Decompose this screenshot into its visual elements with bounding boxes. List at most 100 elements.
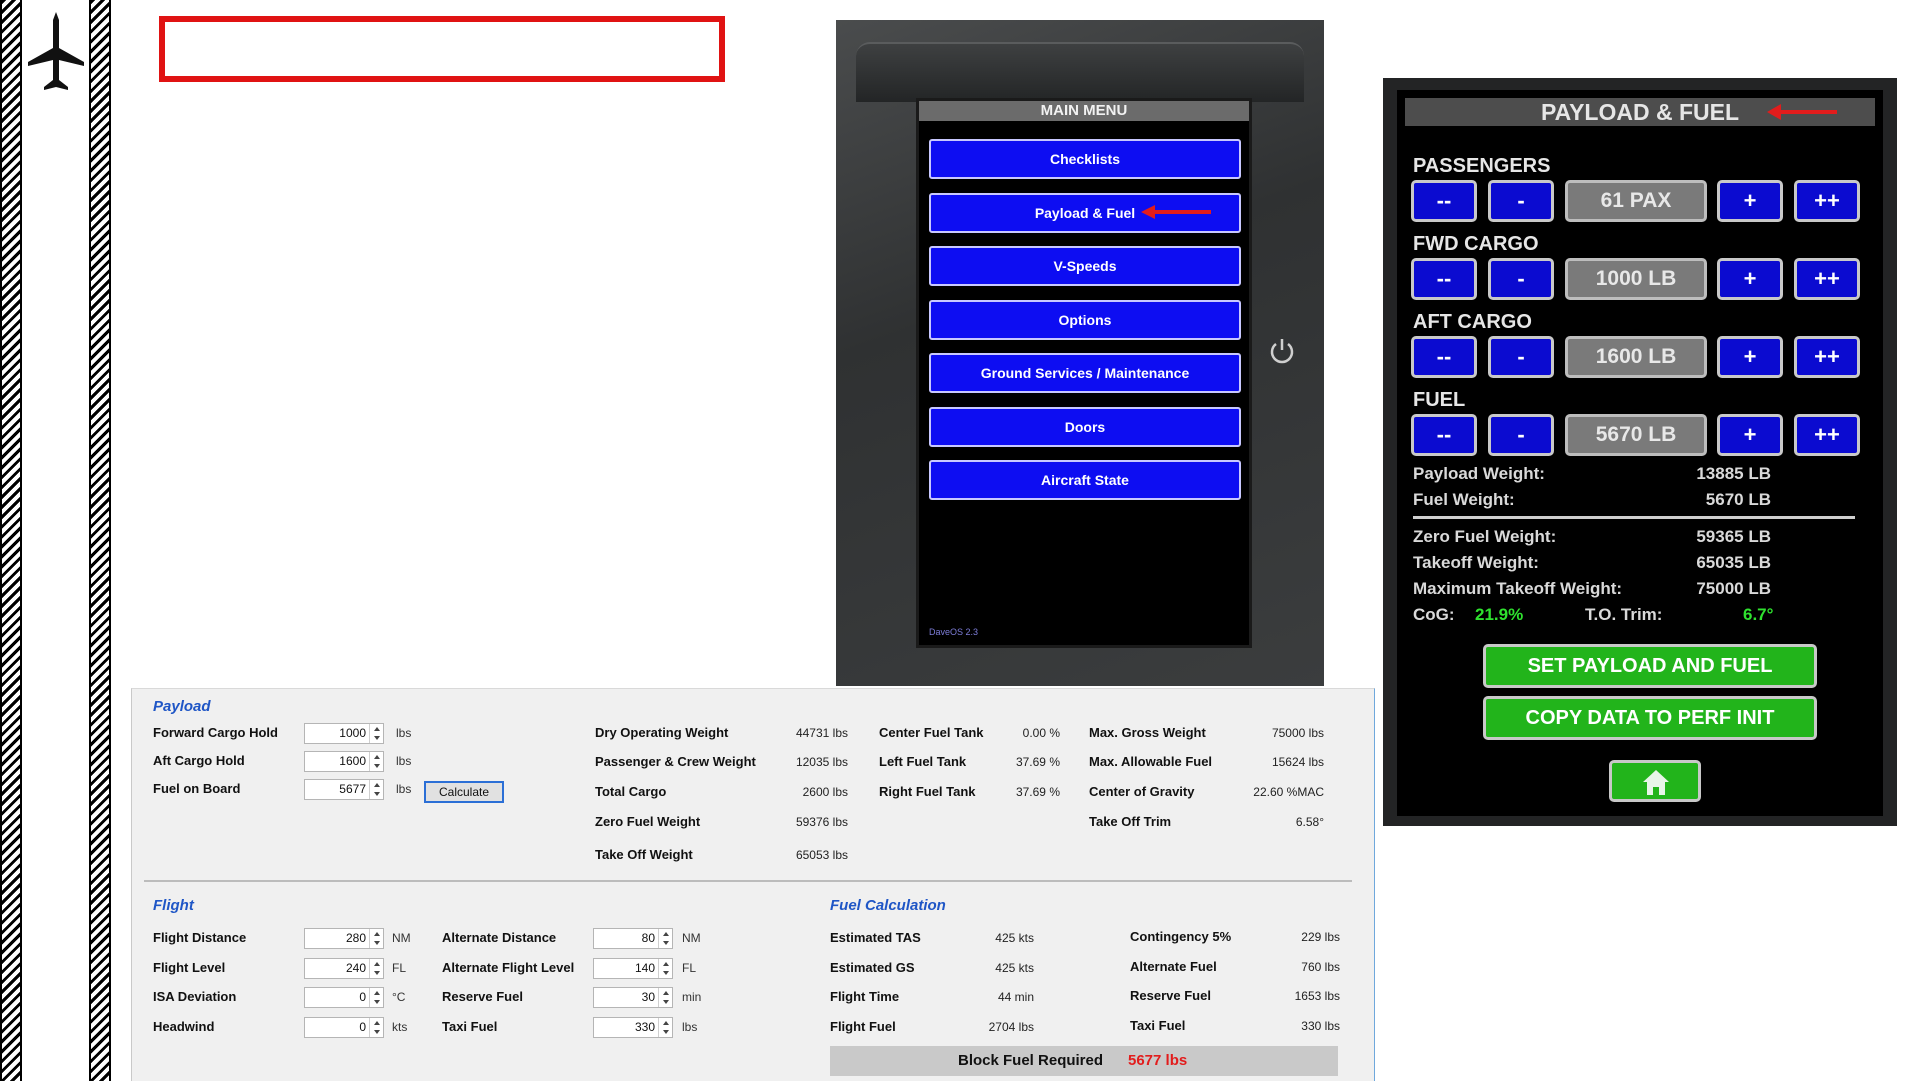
set-payload-fuel-button[interactable]: SET PAYLOAD AND FUEL — [1483, 644, 1817, 688]
fwd-cargo-dec-big-button[interactable]: -- — [1411, 258, 1477, 300]
cog-value: 21.9% — [1475, 605, 1524, 624]
alternate-flight-level-input[interactable]: 140 — [593, 958, 673, 979]
taxi-fuel-value: 330 lbs — [1301, 1019, 1340, 1033]
aft-cargo-dec-button[interactable]: - — [1488, 336, 1554, 378]
aft-cargo-hold-value: 1600 — [339, 754, 366, 768]
max-allowable-fuel-label: Max. Allowable Fuel — [1089, 754, 1213, 769]
total-cargo-label: Total Cargo — [595, 784, 667, 799]
calculate-button[interactable]: Calculate — [424, 781, 504, 803]
alternate-flight-level-value: 140 — [634, 961, 655, 975]
spinner-arrows[interactable] — [369, 752, 383, 771]
home-button[interactable] — [1609, 760, 1701, 802]
alternate-distance-value: 80 — [641, 931, 655, 945]
flight-distance-unit: NM — [392, 931, 411, 945]
fuel-inc-big-button[interactable]: ++ — [1794, 414, 1860, 456]
max-allowable-fuel-value: 15624 lbs — [1271, 755, 1324, 769]
trim-label: T.O. Trim: — [1585, 605, 1663, 624]
spinner-arrows[interactable] — [369, 959, 383, 978]
fuel-on-board-value: 5677 — [339, 782, 366, 796]
isa-deviation-value: 0 — [359, 990, 366, 1004]
aft-cargo-value: 1600 LB — [1565, 336, 1707, 378]
zfw-label: Zero Fuel Weight: — [1413, 527, 1557, 546]
tablet-bezel-top — [856, 42, 1304, 102]
alternate-flight-level-label: Alternate Flight Level — [442, 960, 575, 975]
spinner-arrows[interactable] — [658, 959, 672, 978]
zero-fuel-weight-label: Zero Fuel Weight — [595, 814, 701, 829]
zero-fuel-weight-value: 59376 lbs — [795, 815, 848, 829]
menu-item-aircraft-state[interactable]: Aircraft State — [929, 460, 1241, 500]
menu-item-ground-services[interactable]: Ground Services / Maintenance — [929, 353, 1241, 393]
right-fuel-tank-label: Right Fuel Tank — [879, 784, 976, 799]
fwd-cargo-inc-big-button[interactable]: ++ — [1794, 258, 1860, 300]
spinner-arrows[interactable] — [369, 988, 383, 1007]
menu-item-doors[interactable]: Doors — [929, 407, 1241, 447]
taxi-fuel-input-value: 330 — [634, 1020, 655, 1034]
aft-cargo-dec-big-button[interactable]: -- — [1411, 336, 1477, 378]
flight-level-input[interactable]: 240 — [304, 958, 384, 979]
home-icon — [1643, 770, 1669, 795]
cog-label: CoG: — [1413, 605, 1455, 624]
fuel-on-board-input[interactable]: 5677 — [304, 779, 384, 800]
fuel-dec-big-button[interactable]: -- — [1411, 414, 1477, 456]
payload-fuel-title: PAYLOAD & FUEL — [1405, 98, 1875, 126]
spinner-arrows[interactable] — [369, 780, 383, 799]
menu-item-options[interactable]: Options — [929, 300, 1241, 340]
tablet-device: MAIN MENU Checklists Payload & Fuel V-Sp… — [836, 20, 1324, 686]
flight-distance-label: Flight Distance — [153, 930, 247, 945]
copy-perf-init-button[interactable]: COPY DATA TO PERF INIT — [1483, 696, 1817, 740]
reserve-fuel-value: 1653 lbs — [1294, 989, 1340, 1003]
power-icon[interactable] — [1267, 336, 1297, 366]
passengers-inc-button[interactable]: + — [1717, 180, 1783, 222]
spinner-arrows[interactable] — [658, 929, 672, 948]
payload-weight-label: Payload Weight: — [1413, 464, 1545, 483]
flight-fuel-label: Flight Fuel — [830, 1019, 896, 1034]
alternate-fuel-label: Alternate Fuel — [1130, 959, 1217, 974]
fuel-inc-button[interactable]: + — [1717, 414, 1783, 456]
headwind-input[interactable]: 0 — [304, 1017, 384, 1038]
spinner-arrows[interactable] — [369, 1018, 383, 1037]
flight-distance-input[interactable]: 280 — [304, 928, 384, 949]
spinner-arrows[interactable] — [658, 988, 672, 1007]
passengers-label: PASSENGERS — [1413, 155, 1551, 177]
taxi-fuel-input[interactable]: 330 — [593, 1017, 673, 1038]
trim-value: 6.7° — [1743, 605, 1774, 624]
fwd-cargo-dec-button[interactable]: - — [1488, 258, 1554, 300]
contingency-label: Contingency 5% — [1130, 929, 1232, 944]
taxi-fuel-input-unit: lbs — [682, 1020, 698, 1034]
menu-item-v-speeds[interactable]: V-Speeds — [929, 246, 1241, 286]
block-fuel-bar: Block Fuel Required 5677 lbs — [830, 1046, 1338, 1076]
aft-cargo-hold-input[interactable]: 1600 — [304, 751, 384, 772]
estimated-gs-label: Estimated GS — [830, 960, 915, 975]
striped-rail-right — [89, 0, 111, 1081]
menu-item-checklists[interactable]: Checklists — [929, 139, 1241, 179]
reserve-fuel-label: Reserve Fuel — [1130, 988, 1211, 1003]
spinner-arrows[interactable] — [369, 724, 383, 743]
fwd-cargo-hold-value: 1000 — [339, 726, 366, 740]
payload-section-title: Payload — [153, 698, 211, 715]
fuel-on-board-label: Fuel on Board — [153, 781, 241, 796]
spinner-arrows[interactable] — [658, 1018, 672, 1037]
passengers-inc-big-button[interactable]: ++ — [1794, 180, 1860, 222]
left-fuel-tank-label: Left Fuel Tank — [879, 754, 967, 769]
take-off-trim-label: Take Off Trim — [1089, 814, 1172, 829]
red-arrow-icon — [1141, 205, 1211, 219]
spinner-arrows[interactable] — [369, 929, 383, 948]
passengers-value: 61 PAX — [1565, 180, 1707, 222]
taxi-fuel-label: Taxi Fuel — [1130, 1018, 1186, 1033]
aft-cargo-inc-button[interactable]: + — [1717, 336, 1783, 378]
fwd-cargo-hold-label: Forward Cargo Hold — [153, 725, 278, 740]
flight-fuel-value: 2704 lbs — [988, 1020, 1034, 1034]
fwd-cargo-hold-input[interactable]: 1000 — [304, 723, 384, 744]
take-off-weight-label: Take Off Weight — [595, 847, 693, 862]
passengers-dec-big-button[interactable]: -- — [1411, 180, 1477, 222]
passengers-dec-button[interactable]: - — [1488, 180, 1554, 222]
aft-cargo-inc-big-button[interactable]: ++ — [1794, 336, 1860, 378]
reserve-fuel-input[interactable]: 30 — [593, 987, 673, 1008]
red-arrow-icon — [1767, 104, 1837, 120]
alternate-distance-input[interactable]: 80 — [593, 928, 673, 949]
fwd-cargo-inc-button[interactable]: + — [1717, 258, 1783, 300]
fuel-dec-button[interactable]: - — [1488, 414, 1554, 456]
airplane-icon — [28, 12, 84, 90]
isa-deviation-input[interactable]: 0 — [304, 987, 384, 1008]
center-fuel-tank-label: Center Fuel Tank — [879, 725, 984, 740]
